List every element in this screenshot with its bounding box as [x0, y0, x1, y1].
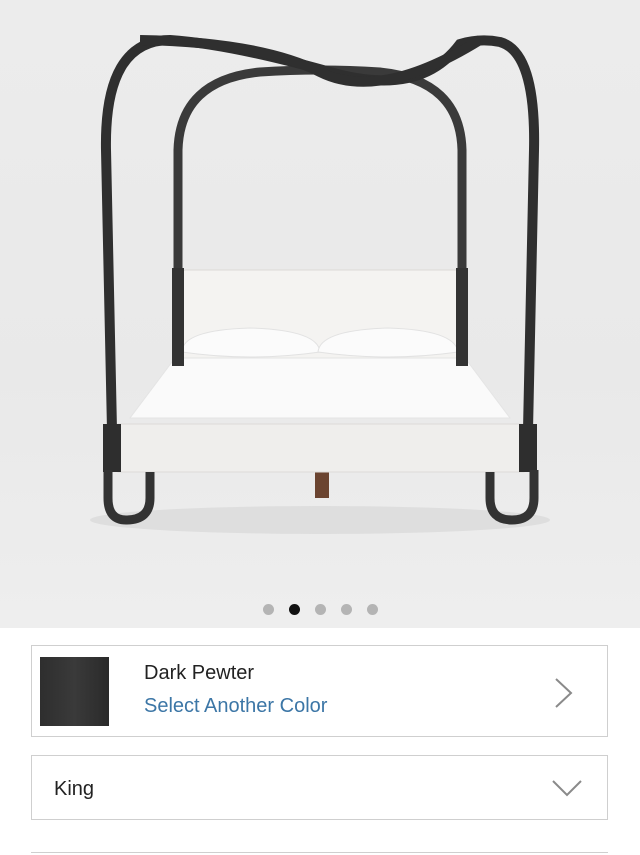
- color-swatch: [40, 657, 109, 726]
- carousel-dot[interactable]: [366, 603, 378, 615]
- chevron-down-icon[interactable]: [551, 778, 583, 798]
- selected-color-name: Dark Pewter: [144, 662, 255, 684]
- selected-size: King: [54, 778, 95, 800]
- size-dropdown[interactable]: King: [31, 755, 608, 820]
- carousel-dot[interactable]: [340, 603, 352, 615]
- divider: [31, 852, 608, 853]
- carousel-dot[interactable]: [314, 603, 326, 615]
- select-another-color-link[interactable]: Select Another Color: [144, 695, 327, 718]
- chevron-right-icon[interactable]: [553, 677, 575, 709]
- bed-image: [90, 34, 550, 534]
- carousel-dot[interactable]: [262, 603, 274, 615]
- product-image-carousel[interactable]: [0, 0, 640, 628]
- color-selector[interactable]: Dark Pewter Select Another Color: [31, 645, 608, 737]
- carousel-pagination: [0, 602, 640, 616]
- carousel-dot-active[interactable]: [288, 603, 300, 615]
